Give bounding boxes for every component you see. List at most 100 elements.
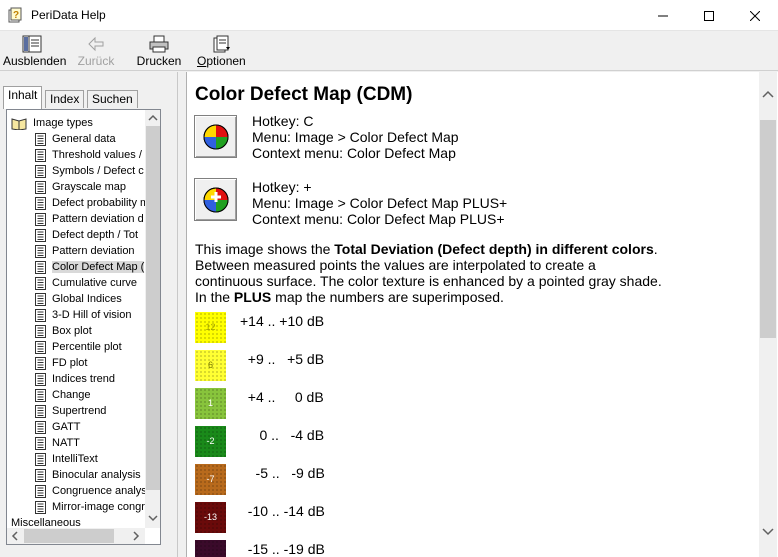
help-page-icon [35,324,46,338]
tree-item[interactable]: Defect probability m [35,196,145,212]
help-page-icon [35,148,46,162]
content-scroll-thumb[interactable] [760,120,776,338]
tree-item[interactable]: Binocular analysis [35,468,145,484]
tree-hscroll-thumb[interactable] [24,529,114,543]
scroll-up-icon [762,90,774,98]
printer-icon [149,35,169,53]
help-page-icon [35,228,46,242]
tree-item[interactable]: Grayscale map [35,180,145,196]
scroll-down-icon [148,515,158,522]
help-book-icon: ? [8,7,22,23]
help-page-icon [35,420,46,434]
help-page-icon [35,388,46,402]
contents-tree[interactable]: Image types General data Threshold values… [6,109,161,545]
legend-row: 1 +4 .. 0 dB [195,388,395,420]
cdm-toolbar-button[interactable] [194,115,237,158]
color-swatch: 6 [195,350,226,381]
help-page-icon [35,436,46,450]
close-button[interactable] [732,0,778,31]
tree-item[interactable]: Supertrend [35,404,145,420]
legend-row: -7 -5 .. -9 dB [195,464,395,496]
help-page-icon [35,468,46,482]
tree-item[interactable]: GATT [35,420,145,436]
tree-item[interactable]: IntelliText [35,452,145,468]
options-label: Optionen [197,54,246,68]
tree-item[interactable]: Pattern deviation [35,244,145,260]
tree-horizontal-scrollbar[interactable] [7,528,145,544]
options-button[interactable]: Optionen [197,33,246,69]
maximize-icon [704,10,714,21]
color-swatch: -2 [195,426,226,457]
tree-item[interactable]: Color Defect Map ( [35,260,145,276]
help-page-icon [35,340,46,354]
minimize-button[interactable] [640,0,686,31]
print-label: Drucken [136,54,182,68]
db-range: -5 .. -9 dB [240,465,325,481]
tree-item[interactable]: Change [35,388,145,404]
tree-item[interactable]: Cumulative curve [35,276,145,292]
tab-index[interactable]: Index [45,90,85,108]
tree-scroll-thumb[interactable] [146,126,160,490]
db-range: 0 .. -4 dB [240,427,325,443]
db-range: +9 .. +5 dB [240,351,325,367]
tree-item[interactable]: FD plot [35,356,145,372]
help-page-icon [35,196,46,210]
color-defect-map-plus-icon [203,187,229,213]
tree-root-miscellaneous[interactable]: Miscellaneous [11,516,81,528]
tree-item[interactable]: Global Indices [35,292,145,308]
help-page-icon [35,212,46,226]
db-range: +4 .. 0 dB [240,389,324,405]
color-defect-map-icon [203,124,229,150]
options-icon [213,35,230,53]
db-range: -15 .. -19 dB [240,541,325,557]
hide-button[interactable]: Ausblenden [3,33,67,69]
description-paragraph: This image shows the Total Deviation (De… [195,241,662,305]
tree-item[interactable]: Percentile plot [35,340,145,356]
tree-item[interactable]: Congruence analys [35,484,145,500]
tab-contents[interactable]: Inhalt [3,86,43,109]
tree-item[interactable]: Pattern deviation d [35,212,145,228]
tree-item[interactable]: NATT [35,436,145,452]
maximize-button[interactable] [686,0,732,31]
help-page-icon [35,244,46,258]
legend-row: -15 .. -19 dB [195,540,395,557]
hide-pane-icon [22,35,42,53]
scroll-right-icon [133,531,140,541]
svg-text:?: ? [13,10,19,21]
help-page-icon [35,260,46,274]
help-content-pane: Color Defect Map (CDM) Hotkey: C Menu: I… [186,72,778,557]
tree-item[interactable]: Defect depth / Tot [35,228,145,244]
tree-item[interactable]: Threshold values / [35,148,145,164]
tree-item[interactable]: Symbols / Defect c [35,164,145,180]
print-button[interactable]: Drucken [136,33,182,69]
tree-item[interactable]: 3-D Hill of vision [35,308,145,324]
legend-row: -2 0 .. -4 dB [195,426,395,458]
tree-item[interactable]: General data [35,132,145,148]
close-icon [750,10,760,21]
tree-root-image-types[interactable]: Image types [11,116,93,132]
content-vertical-scrollbar[interactable] [759,72,777,557]
help-page-icon [35,276,46,290]
tab-search[interactable]: Suchen [87,90,138,108]
tree-item[interactable]: Indices trend [35,372,145,388]
db-range: +14 .. +10 dB [240,313,325,329]
legend-row: 12 +14 .. +10 dB [195,312,395,344]
legend-row: -13 -10 .. -14 dB [195,502,395,534]
page-title: Color Defect Map (CDM) [195,84,413,105]
hide-label: Ausblenden [3,54,67,68]
cdm-plus-toolbar-button[interactable] [194,178,237,221]
color-swatch: -13 [195,502,226,533]
tree-item[interactable]: Box plot [35,324,145,340]
open-book-icon [11,117,27,130]
tree-item[interactable]: Mirror-image congr [35,500,145,516]
back-label: Zurück [77,54,115,68]
db-range: -10 .. -14 dB [240,503,325,519]
scroll-left-icon [11,531,18,541]
back-button[interactable]: Zurück [76,33,116,69]
cdm-hotkeys: Hotkey: C Menu: Image > Color Defect Map… [252,113,459,161]
legend-row: 6 +9 .. +5 dB [195,350,395,382]
color-swatch: 1 [195,388,226,419]
help-page-icon [35,500,46,514]
tree-vertical-scrollbar[interactable] [145,110,160,528]
help-page-icon [35,484,46,498]
